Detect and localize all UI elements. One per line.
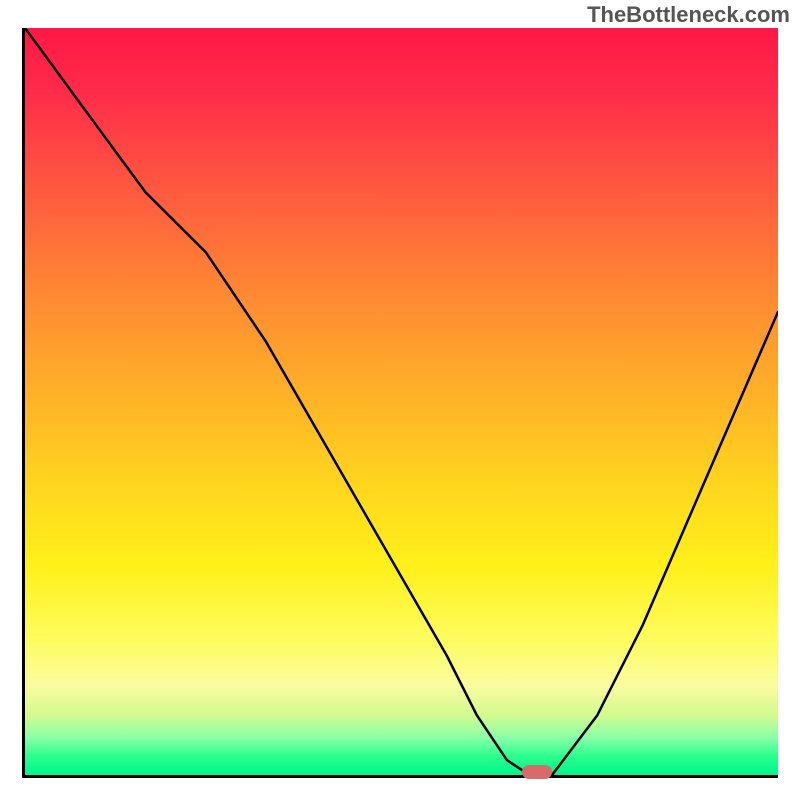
watermark-text: TheBottleneck.com — [587, 2, 790, 28]
chart-container: TheBottleneck.com — [0, 0, 800, 800]
minimum-marker — [522, 765, 552, 779]
bottleneck-curve — [25, 28, 778, 775]
plot-area — [22, 28, 778, 778]
